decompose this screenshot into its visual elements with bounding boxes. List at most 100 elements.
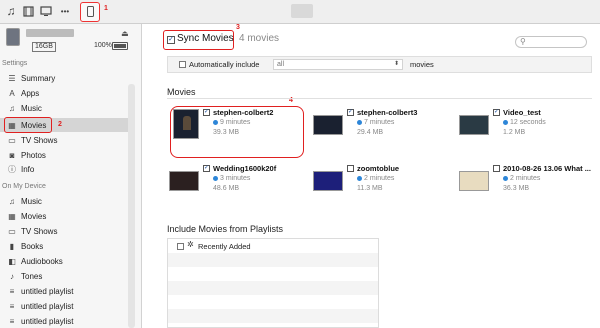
movies-header: Movies: [167, 87, 196, 97]
books-icon: ▮: [9, 241, 15, 251]
movie-checkbox[interactable]: ✓: [493, 109, 500, 116]
movie-item[interactable]: ✓ stephen-colbert2 9 minutes 39.3 MB: [167, 103, 307, 158]
film-icon[interactable]: [21, 4, 35, 18]
chevron-updown-icon: ⬍: [393, 61, 399, 67]
info-icon: ⓘ: [8, 164, 16, 174]
movie-checkbox[interactable]: [493, 165, 500, 172]
playlist-label: Recently Added: [198, 242, 251, 251]
table-row: [168, 309, 378, 323]
sidebar-item-info[interactable]: ⓘ Info: [6, 162, 126, 176]
movie-thumbnail: [169, 171, 199, 191]
movie-duration: 3 minutes: [213, 175, 250, 182]
battery-percent: 100%: [94, 42, 112, 49]
sidebar-item-device-books[interactable]: ▮ Books: [6, 239, 126, 253]
auto-include-bar: Automatically include all ⬍ movies: [167, 56, 592, 73]
sidebar-item-label: Summary: [21, 73, 56, 83]
table-row: [168, 295, 378, 309]
playlist-icon: ≡: [9, 301, 15, 311]
status-dot-icon: [213, 175, 218, 181]
capacity-badge: 16GB: [32, 42, 56, 52]
sidebar-item-device-tv-shows[interactable]: ▭ TV Shows: [6, 224, 126, 238]
auto-include-checkbox[interactable]: [179, 61, 186, 68]
movie-size: 36.3 MB: [503, 185, 530, 192]
movie-item[interactable]: 2010-08-26 13.06 What ... 2 minutes 36.3…: [457, 159, 597, 207]
status-dot-icon: [503, 119, 508, 125]
more-icon[interactable]: •••: [58, 4, 72, 18]
movie-size: 1.2 MB: [503, 129, 526, 136]
sidebar-item-apps[interactable]: A Apps: [6, 86, 126, 100]
eject-icon[interactable]: ⏏: [121, 29, 129, 38]
bell-icon: ♪: [10, 271, 14, 281]
movie-item[interactable]: zoomtoblue 2 minutes 11.3 MB: [311, 159, 451, 207]
movie-checkbox[interactable]: ✓: [347, 109, 354, 116]
movie-thumbnail: [459, 115, 489, 135]
movie-item[interactable]: ✓ Wedding1600k20f 3 minutes 48.6 MB: [167, 159, 307, 207]
main-panel: ✓ Sync Movies 3 4 movies ⚲ Automatically…: [142, 24, 600, 328]
settings-header: Settings: [2, 60, 28, 67]
sidebar-item-device-audiobooks[interactable]: ◧ Audiobooks: [6, 254, 126, 268]
movie-item[interactable]: ✓ stephen-colbert3 7 minutes 29.4 MB: [311, 103, 451, 151]
step-1-marker: 1: [104, 5, 108, 12]
sidebar: ⏏ 16GB 100% Settings ☰ Summary A Apps ♫ …: [0, 24, 142, 328]
sidebar-item-label: Music: [21, 196, 42, 206]
sidebar-item-summary[interactable]: ☰ Summary: [6, 71, 126, 85]
movie-duration: 2 minutes: [503, 175, 540, 182]
sidebar-item-music[interactable]: ♫ Music: [6, 101, 126, 115]
step-3-marker: 3: [236, 24, 240, 31]
status-dot-icon: [357, 175, 362, 181]
sidebar-item-device-movies[interactable]: ▦ Movies: [6, 209, 126, 223]
movie-thumbnail: [313, 115, 343, 135]
sidebar-item-photos[interactable]: ◙ Photos: [6, 148, 126, 162]
music-icon: ♫: [9, 103, 15, 113]
sidebar-item-device-music[interactable]: ♫ Music: [6, 194, 126, 208]
movie-checkbox[interactable]: [347, 165, 354, 172]
sidebar-scrollbar[interactable]: [128, 84, 135, 328]
itunes-window: ♫ ••• 1 ⏏ 16GB 100% Settings ☰ Summary A…: [0, 0, 600, 328]
movie-title: stephen-colbert3: [357, 108, 418, 117]
movie-thumbnail: [459, 171, 489, 191]
tv-icon[interactable]: [39, 4, 53, 18]
sidebar-item-label: Audiobooks: [21, 256, 63, 266]
device-button[interactable]: [80, 2, 100, 22]
film-icon: ▦: [8, 211, 16, 221]
sync-movies-checkbox[interactable]: ✓: [167, 36, 175, 44]
sidebar-item-playlist-3[interactable]: ≡ untitled playlist: [6, 314, 126, 328]
battery-icon: [112, 42, 128, 50]
iphone-icon: [87, 6, 94, 17]
sidebar-item-device-tones[interactable]: ♪ Tones: [6, 269, 126, 283]
step-2-marker: 2: [58, 121, 62, 128]
tv-icon: ▭: [8, 226, 16, 236]
auto-include-label: Automatically include: [189, 60, 260, 69]
search-input[interactable]: ⚲: [515, 36, 587, 48]
search-icon: ⚲: [520, 37, 526, 46]
sidebar-item-playlist-2[interactable]: ≡ untitled playlist: [6, 299, 126, 313]
sidebar-item-label: untitled playlist: [21, 316, 74, 326]
movie-item[interactable]: ✓ Video_test 12 seconds 1.2 MB: [457, 103, 597, 151]
tv-icon: ▭: [8, 135, 16, 145]
sidebar-item-playlist-1[interactable]: ≡ untitled playlist: [6, 284, 126, 298]
movie-size: 11.3 MB: [357, 185, 383, 192]
playlist-icon: ≡: [9, 286, 15, 296]
photos-icon: ◙: [9, 150, 15, 160]
sidebar-item-tv-shows[interactable]: ▭ TV Shows: [6, 133, 126, 147]
device-tab[interactable]: [291, 4, 313, 18]
sidebar-item-label: Movies: [21, 211, 47, 221]
movie-duration: 12 seconds: [503, 119, 546, 126]
playlists-header: Include Movies from Playlists: [167, 224, 284, 234]
movie-checkbox[interactable]: ✓: [203, 165, 210, 172]
auto-include-select[interactable]: all ⬍: [273, 59, 403, 70]
music-icon[interactable]: ♫: [4, 4, 18, 18]
device-header: On My Device: [2, 183, 46, 190]
auto-include-suffix: movies: [410, 60, 434, 69]
playlist-checkbox[interactable]: [177, 243, 184, 250]
playlist-row[interactable]: ✲ Recently Added: [168, 239, 378, 253]
sidebar-item-label: Music: [21, 103, 42, 113]
movie-title: zoomtoblue: [357, 164, 400, 173]
sidebar-item-label: Photos: [21, 150, 46, 160]
sidebar-item-label: Apps: [21, 88, 40, 98]
movie-title: 2010-08-26 13.06 What ...: [503, 164, 591, 173]
table-row: [168, 267, 378, 281]
sync-movies-label[interactable]: Sync Movies: [177, 33, 234, 44]
movie-highlight: [170, 106, 304, 158]
movies-highlight: [4, 117, 52, 133]
